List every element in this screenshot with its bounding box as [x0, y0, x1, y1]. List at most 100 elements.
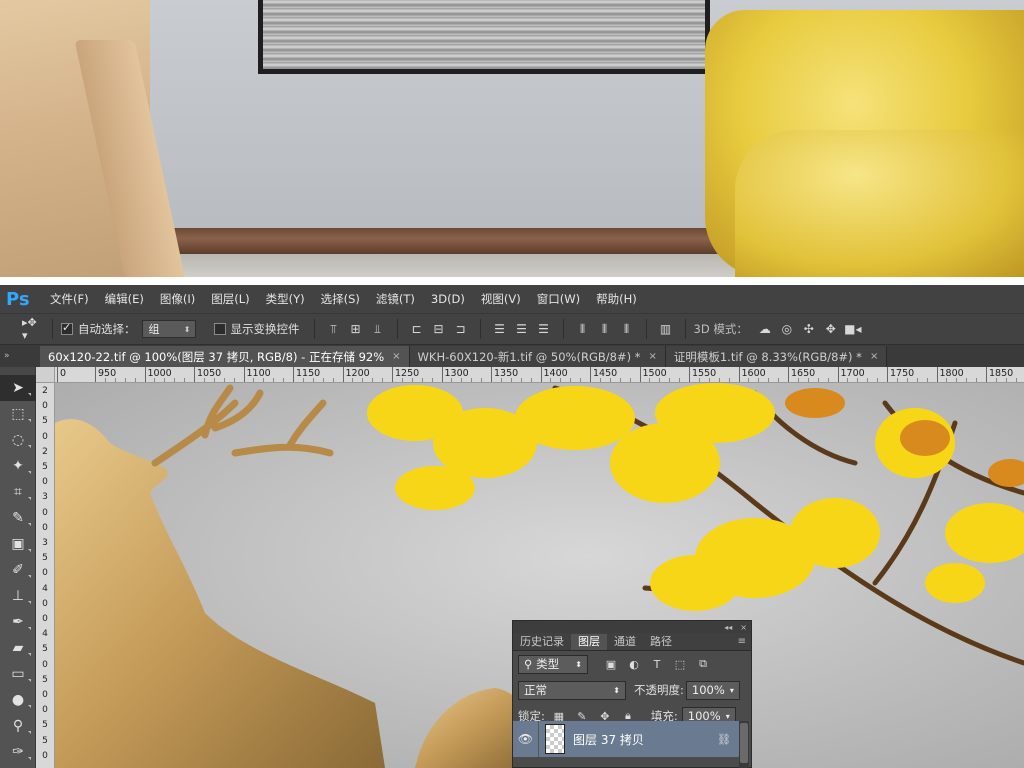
panel-collapse-icon[interactable]: ◂◂ — [724, 623, 732, 632]
menu-filter[interactable]: 滤镜(T) — [368, 291, 423, 307]
ruler-digit: 2 — [42, 386, 48, 396]
visibility-eye-icon[interactable]: 👁︎ — [513, 721, 539, 757]
ruler-subtick — [916, 378, 918, 382]
align-vcenter-icon[interactable]: ⊞ — [346, 319, 366, 339]
rotate-3d-icon[interactable]: ☁ — [755, 319, 775, 339]
distribute-vcenter-icon[interactable]: ☰ — [512, 319, 532, 339]
tab-layers[interactable]: 图层 — [571, 634, 607, 650]
drag-3d-icon[interactable]: ✣ — [799, 319, 819, 339]
close-icon[interactable]: × — [870, 351, 878, 362]
menu-3d[interactable]: 3D(D) — [423, 292, 473, 306]
eyedropper-icon[interactable]: ✎ — [0, 505, 36, 531]
brush-tool-icon[interactable]: ✐ — [0, 557, 36, 583]
ruler-subtick — [510, 378, 512, 382]
filter-shape-icon[interactable]: ⬚ — [671, 655, 689, 673]
opacity-label: 不透明度: — [634, 683, 684, 697]
align-hcenter-icon[interactable]: ⊟ — [429, 319, 449, 339]
menu-help[interactable]: 帮助(H) — [588, 291, 645, 307]
ruler-subtick — [718, 378, 720, 382]
ruler-subtick — [411, 378, 413, 382]
menu-window[interactable]: 窗口(W) — [529, 291, 588, 307]
layers-scrollbar[interactable] — [739, 721, 749, 768]
align-right-icon[interactable]: ⊐ — [451, 319, 471, 339]
ruler-subtick — [679, 378, 681, 382]
healing-brush-icon[interactable]: ▣ — [0, 531, 36, 557]
ruler-tick-label: 1800 — [939, 368, 964, 379]
layers-panel: ◂◂ × 历史记录 图层 通道 路径 ≡ ⚲ 类型 ⬍ ▣ ◐ T ⬚ ⧉ 正常 ⬍… — [512, 620, 752, 768]
opacity-input[interactable]: 100% ▾ — [685, 680, 740, 700]
clone-stamp-icon[interactable]: ⊥ — [0, 583, 36, 609]
auto-select-dropdown[interactable]: 组 ⬍ — [141, 320, 196, 338]
roll-3d-icon[interactable]: ◎ — [777, 319, 797, 339]
align-top-icon[interactable]: ⫪ — [324, 319, 344, 339]
distribute-right-icon[interactable]: ⦀ — [617, 319, 637, 339]
distribute-top-icon[interactable]: ☰ — [490, 319, 510, 339]
move-tool-icon[interactable]: ➤ — [0, 375, 36, 401]
filter-pixel-icon[interactable]: ▣ — [602, 655, 620, 673]
filter-adjustment-icon[interactable]: ◐ — [625, 655, 643, 673]
ruler-origin[interactable] — [36, 367, 55, 383]
slide-3d-icon[interactable]: ✥ — [821, 319, 841, 339]
close-icon[interactable]: × — [648, 351, 656, 362]
ruler-subtick — [184, 378, 186, 382]
menu-file[interactable]: 文件(F) — [42, 291, 97, 307]
ruler-digit: 5 — [42, 416, 48, 427]
history-brush-icon[interactable]: ✒ — [0, 609, 36, 635]
horizontal-ruler[interactable]: 0 950 1000 1050 1100 1150 1200 1250 1300 1350 1400… — [55, 367, 1024, 383]
menu-edit[interactable]: 编辑(E) — [97, 291, 152, 307]
panel-menu-icon[interactable]: ≡ — [738, 636, 751, 647]
vertical-ruler[interactable]: 2 0 5 0 2 5 0 3 0 0 3 5 0 4 0 0 4 5 0 5 0 0 5 5 0 — [36, 383, 55, 768]
ruler-subtick — [698, 378, 700, 382]
ruler-tick-label: 1750 — [890, 368, 915, 379]
link-icon[interactable]: ⛓︎ — [717, 733, 731, 746]
ruler-tick-label: 1500 — [642, 368, 667, 379]
filter-smart-icon[interactable]: ⧉ — [694, 655, 712, 673]
lasso-tool-icon[interactable]: ◌ — [0, 427, 36, 453]
ruler-digit: 0 — [42, 522, 48, 533]
align-bottom-icon[interactable]: ⫫ — [368, 319, 388, 339]
gradient-tool-icon[interactable]: ▭ — [0, 661, 36, 687]
move-tool-preset-icon[interactable]: ▸✥ ▾ — [0, 316, 44, 342]
menu-layer[interactable]: 图层(L) — [203, 291, 257, 307]
panel-collapse-icon[interactable]: » — [0, 351, 40, 361]
layer-filter-select[interactable]: ⚲ 类型 ⬍ — [518, 654, 588, 674]
panel-close-icon[interactable]: × — [740, 623, 747, 632]
auto-align-icon[interactable]: ▥ — [656, 319, 676, 339]
menu-select[interactable]: 选择(S) — [313, 291, 368, 307]
scale-3d-icon[interactable]: ■◂ — [843, 319, 863, 339]
tab-paths[interactable]: 路径 — [643, 634, 679, 650]
magic-wand-icon[interactable]: ✦ — [0, 453, 36, 479]
filter-type-icon[interactable]: T — [648, 655, 666, 673]
menu-image[interactable]: 图像(I) — [152, 291, 203, 307]
distribute-left-icon[interactable]: ⦀ — [573, 319, 593, 339]
ruler-subtick — [273, 378, 275, 382]
pen-tool-icon[interactable]: ✑ — [0, 739, 36, 765]
layer-row-selected[interactable]: 👁︎ 图层 37 拷贝 ⛓︎ — [513, 721, 739, 757]
ruler-subtick — [570, 378, 572, 382]
ruler-tick-label: 1300 — [444, 368, 469, 379]
tab-history[interactable]: 历史记录 — [513, 634, 571, 650]
ruler-tick-label: 1350 — [494, 368, 519, 379]
ruler-tick — [887, 367, 888, 382]
distribute-bottom-icon[interactable]: ☰ — [534, 319, 554, 339]
tab-doc-2[interactable]: WKH-60X120-新1.tif @ 50%(RGB/8#) * × — [409, 346, 666, 367]
eraser-icon[interactable]: ▰ — [0, 635, 36, 661]
menu-view[interactable]: 视图(V) — [473, 291, 529, 307]
close-icon[interactable]: × — [392, 351, 400, 362]
tab-channels[interactable]: 通道 — [607, 634, 643, 650]
ruler-digit: 5 — [42, 674, 48, 685]
menu-type[interactable]: 类型(Y) — [258, 291, 313, 307]
blend-mode-select[interactable]: 正常 ⬍ — [518, 680, 626, 700]
tab-doc-3[interactable]: 证明模板1.tif @ 8.33%(RGB/8#) * × — [665, 346, 888, 367]
auto-select-checkbox[interactable] — [61, 321, 73, 335]
marquee-tool-icon[interactable]: ⬚ — [0, 401, 36, 427]
wall-art-frame — [258, 0, 710, 74]
distribute-hcenter-icon[interactable]: ⦀ — [595, 319, 615, 339]
blur-tool-icon[interactable]: ● — [0, 687, 36, 713]
show-transform-checkbox[interactable] — [213, 323, 226, 335]
dodge-tool-icon[interactable]: ⚲ — [0, 713, 36, 739]
tab-doc-1[interactable]: 60x120-22.tif @ 100%(图层 37 拷贝, RGB/8) - … — [40, 346, 410, 367]
align-left-icon[interactable]: ⊏ — [407, 319, 427, 339]
crop-tool-icon[interactable]: ⌗ — [0, 479, 36, 505]
auto-select-label: 自动选择： — [78, 322, 136, 336]
